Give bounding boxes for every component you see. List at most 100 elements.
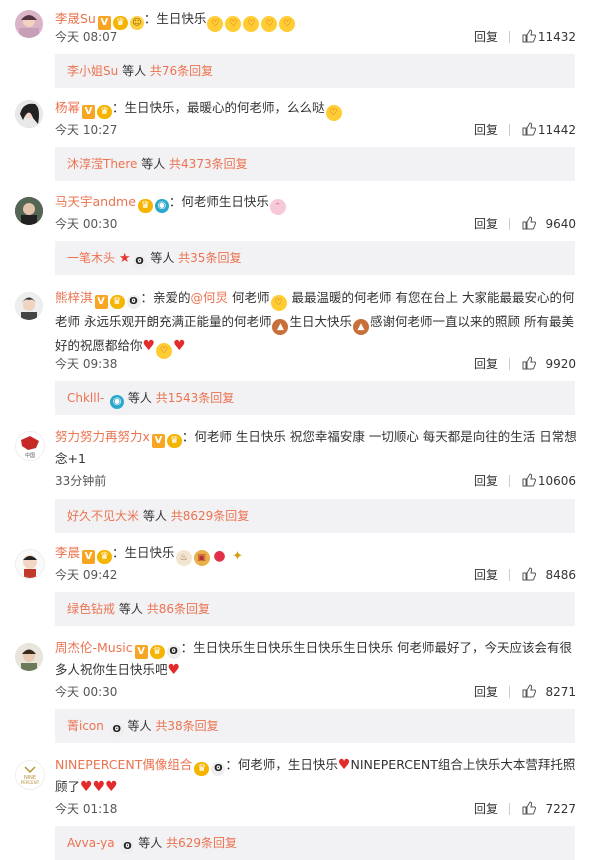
- reply-count-link[interactable]: 共35条回复: [178, 251, 241, 265]
- avatar[interactable]: [15, 643, 43, 671]
- thumbs-up-icon[interactable]: [522, 216, 536, 230]
- comment-body: 努力努力再努力x V ♛ ：何老师 生日快乐 祝您幸福安康 一切顺心 每天都是向往的生…: [55, 426, 578, 470]
- comment-meta: 今天 09:38 回复 9920: [55, 355, 576, 373]
- divider: [509, 124, 510, 136]
- cake-emoji-icon: ♨: [175, 550, 192, 566]
- mention-link[interactable]: @何炅: [191, 290, 229, 305]
- username[interactable]: 努力努力再努力x: [55, 429, 150, 444]
- username[interactable]: 李晟Su: [55, 11, 96, 26]
- reply-button[interactable]: 回复: [474, 800, 498, 818]
- reply-username[interactable]: Chklll-: [67, 391, 104, 405]
- thumbs-up-icon[interactable]: [522, 356, 536, 370]
- username[interactable]: NINEPERCENT偶像组合: [55, 757, 192, 772]
- thumbs-up-icon[interactable]: [522, 801, 536, 815]
- comment-meta: 今天 01:18 回复 7227: [55, 800, 576, 818]
- reply-others-label: 等人: [142, 509, 167, 523]
- heart-icon: ♥: [142, 338, 156, 354]
- crown-icon: ♛: [109, 295, 125, 309]
- balloon-emoji-icon: ●: [213, 548, 226, 564]
- comment-meta: 今天 08:07 回复 11432: [55, 28, 576, 46]
- crown-icon: ♛: [137, 199, 153, 213]
- reply-button[interactable]: 回复: [474, 121, 498, 139]
- divider: [509, 358, 510, 370]
- like-count: 10606: [537, 474, 576, 488]
- reply-others-label: 等人: [122, 64, 147, 78]
- reply-button[interactable]: 回复: [474, 28, 498, 46]
- reply-username[interactable]: 绿色钻戒: [67, 602, 115, 616]
- comment-text: ：生日快乐: [112, 545, 175, 560]
- reply-summary[interactable]: 李小姐Su 等人 共76条回复: [55, 54, 575, 88]
- reply-summary[interactable]: 一笔木头 ★ ʘ 等人 共35条回复: [55, 241, 575, 275]
- comment-text: 何老师: [228, 290, 270, 305]
- reply-count-link[interactable]: 共1543条回复: [156, 391, 235, 405]
- thumbs-up-icon[interactable]: [522, 567, 536, 581]
- reply-others-label: 等人: [127, 391, 152, 405]
- comment-meta: 33分钟前 回复 10606: [55, 472, 576, 490]
- thumbs-up-icon[interactable]: [522, 684, 536, 698]
- thumbs-up-icon[interactable]: [522, 122, 536, 136]
- verified-icon: V: [151, 434, 165, 448]
- comment-body: 杨幂 V ♛ ：生日快乐，最暖心的何老师，么么哒 ♡: [55, 97, 578, 121]
- avatar[interactable]: [15, 100, 43, 128]
- timestamp: 今天 08:07: [55, 30, 118, 44]
- reply-username[interactable]: 好久不见大米: [67, 509, 139, 523]
- comment-text: ：亲爱的: [140, 290, 191, 305]
- reply-username[interactable]: 菁icon: [67, 719, 104, 733]
- reply-button[interactable]: 回复: [474, 683, 498, 701]
- thumbs-up-icon[interactable]: [522, 473, 536, 487]
- avatar[interactable]: NINE PERCENT: [15, 760, 45, 790]
- reply-summary[interactable]: 沐淳滢There 等人 共4373条回复: [55, 147, 575, 181]
- reply-username[interactable]: Avva-ya: [67, 836, 115, 850]
- reply-count-link[interactable]: 共76条回复: [150, 64, 213, 78]
- verified-icon: V: [94, 295, 108, 309]
- avatar[interactable]: [15, 197, 43, 225]
- username[interactable]: 马天宇andme: [55, 194, 136, 209]
- reply-count-link[interactable]: 共629条回复: [166, 836, 237, 850]
- timestamp: 今天 10:27: [55, 123, 118, 137]
- reply-username[interactable]: 李小姐Su: [67, 64, 118, 78]
- comment-text: ：何老师生日快乐: [168, 194, 269, 209]
- crown-icon: ♛: [194, 762, 210, 776]
- divider: [509, 31, 510, 43]
- reply-button[interactable]: 回复: [474, 566, 498, 584]
- avatar[interactable]: [15, 10, 43, 38]
- heart-icon: ♥: [80, 779, 93, 795]
- cake-emoji-icon: ▲: [272, 319, 289, 335]
- bunny-emoji-icon: ᵔ: [269, 199, 286, 215]
- comment-body: NINEPERCENT偶像组合 ♛ ʘ ：何老师，生日快乐♥NINEPERCENT组合…: [55, 754, 578, 798]
- reply-button[interactable]: 回复: [474, 355, 498, 373]
- crown-icon: ♛: [97, 105, 113, 119]
- cake-emoji-icon: ▲: [353, 319, 369, 335]
- reply-summary[interactable]: 菁icon ʘ 等人 共38条回复: [55, 709, 575, 743]
- username[interactable]: 周杰伦-Music: [55, 640, 133, 655]
- camera-icon: ◉: [110, 395, 125, 409]
- avatar[interactable]: 中国: [15, 431, 45, 461]
- camera-icon: ◉: [154, 199, 169, 213]
- reply-count-link[interactable]: 共86条回复: [147, 602, 210, 616]
- reply-button[interactable]: 回复: [474, 215, 498, 233]
- reply-summary[interactable]: 好久不见大米 等人 共8629条回复: [55, 499, 575, 533]
- avatar[interactable]: [15, 292, 43, 320]
- crown-icon: ♛: [97, 550, 113, 564]
- timestamp: 今天 09:38: [55, 357, 118, 371]
- reply-others-label: 等人: [141, 157, 166, 171]
- username[interactable]: 杨幂: [55, 100, 80, 115]
- timestamp: 今天 09:42: [55, 568, 118, 582]
- reply-username[interactable]: 一笔木头: [67, 251, 115, 265]
- reply-count-link[interactable]: 共4373条回复: [169, 157, 248, 171]
- panda-icon: ʘ: [109, 723, 124, 737]
- reply-count-link[interactable]: 共38条回复: [155, 719, 218, 733]
- username[interactable]: 熊梓淇: [55, 290, 93, 305]
- avatar[interactable]: [15, 549, 45, 579]
- reply-button[interactable]: 回复: [474, 472, 498, 490]
- verified-icon: V: [134, 645, 148, 659]
- reply-summary[interactable]: Avva-ya ʘ 等人 共629条回复: [55, 826, 575, 860]
- reply-summary[interactable]: 绿色钻戒 等人 共86条回复: [55, 592, 575, 626]
- reply-others-label: 等人: [150, 251, 175, 265]
- verified-icon: V: [82, 105, 96, 119]
- reply-summary[interactable]: Chklll- ◉ 等人 共1543条回复: [55, 381, 575, 415]
- thumbs-up-icon[interactable]: [522, 29, 536, 43]
- reply-username[interactable]: 沐淳滢There: [67, 157, 137, 171]
- username[interactable]: 李晨: [55, 545, 80, 560]
- reply-count-link[interactable]: 共8629条回复: [171, 509, 250, 523]
